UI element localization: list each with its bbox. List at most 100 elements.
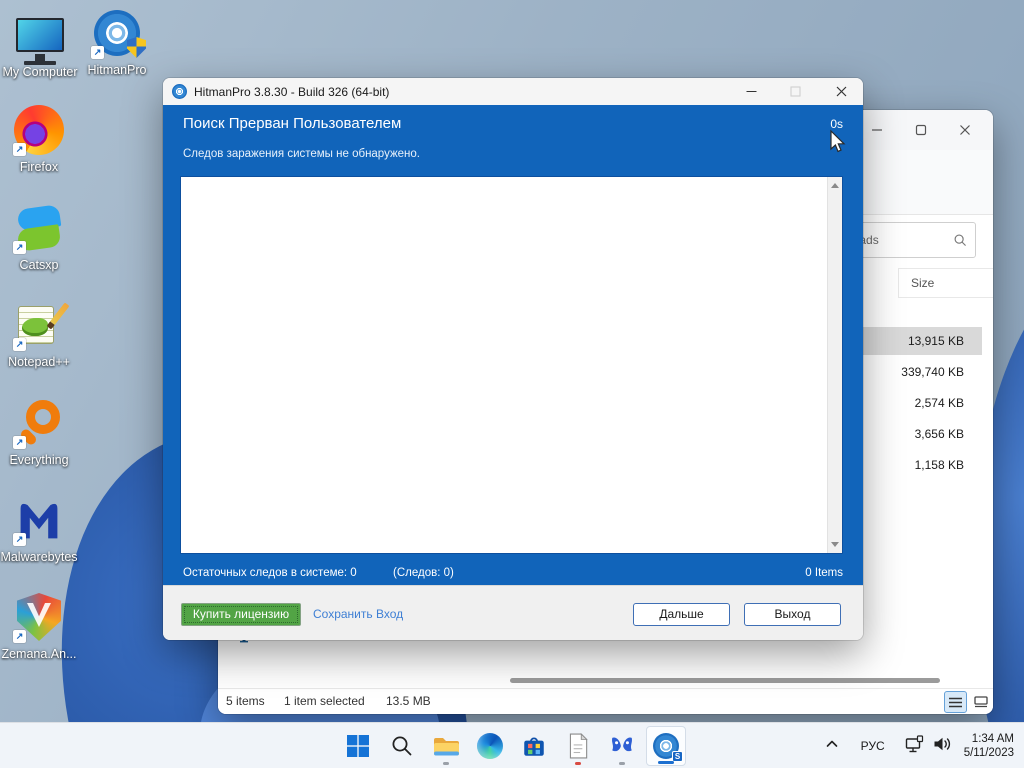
scan-status-title: Поиск Прерван Пользователем	[183, 115, 402, 132]
taskbar-pinned-app[interactable]	[602, 726, 642, 766]
speaker-icon	[934, 737, 950, 750]
hitmanpro-icon: ↗	[90, 6, 146, 60]
running-indicator	[619, 762, 625, 765]
traces-detail: (Следов: 0)	[393, 567, 454, 579]
sophos-badge: S	[672, 751, 683, 762]
desktop-icon-notepadpp[interactable]: ↗ Notepad++	[0, 298, 78, 369]
desktop-icon-everything[interactable]: ↗ Everything	[0, 396, 78, 467]
tray-network[interactable]	[905, 734, 924, 758]
notepadpp-icon: ↗	[12, 298, 70, 352]
shortcut-arrow-icon: ↗	[13, 533, 26, 546]
exit-button[interactable]: Выход	[744, 603, 841, 626]
scan-status-subtitle: Следов заражения системы не обнаружено.	[183, 148, 420, 160]
explorer-statusbar: 5 items 1 item selected 13.5 MB	[218, 688, 993, 714]
scroll-up-icon[interactable]	[831, 183, 839, 188]
desktop-icon-my-computer[interactable]: My Computer	[1, 8, 79, 79]
running-indicator	[575, 762, 581, 765]
desktop-icon-label: Malwarebytes	[0, 550, 78, 564]
thumbnail-view-button[interactable]	[969, 691, 992, 713]
tray-clock[interactable]: 1:34 AM 5/11/2023	[964, 732, 1014, 760]
taskbar-edge[interactable]	[470, 726, 510, 766]
window-title: HitmanPro 3.8.30 - Build 326 (64-bit)	[194, 84, 390, 99]
running-indicator	[658, 761, 674, 764]
edge-icon	[477, 733, 503, 759]
hitmanpro-titlebar[interactable]: HitmanPro 3.8.30 - Build 326 (64-bit)	[163, 78, 863, 105]
scan-summary-row: Остаточных следов в системе: 0 (Следов: …	[163, 563, 863, 585]
hitmanpro-maximize-button[interactable]	[779, 78, 811, 105]
shortcut-arrow-icon: ↗	[13, 630, 26, 643]
items-count: 5 items	[226, 694, 265, 708]
hitmanpro-minimize-button[interactable]	[735, 78, 767, 105]
explorer-close-button[interactable]	[943, 110, 987, 150]
network-status-icon	[905, 734, 923, 752]
running-indicator	[443, 762, 449, 765]
search-icon	[954, 234, 966, 246]
next-button[interactable]: Дальше	[633, 603, 730, 626]
mouse-cursor	[830, 129, 846, 153]
desktop-icon-label: Everything	[9, 453, 69, 467]
selection-count: 1 item selected	[284, 694, 365, 708]
taskbar-file-explorer[interactable]	[426, 726, 466, 766]
results-items-count: 0 Items	[805, 567, 843, 579]
zemana-icon: ↗	[12, 590, 66, 644]
start-button[interactable]	[338, 726, 378, 766]
butterfly-app-icon	[612, 737, 632, 752]
hitmanpro-titlebar-icon	[172, 84, 187, 99]
hitmanpro-scan-panel: Поиск Прерван Пользователем 0s Следов за…	[163, 105, 863, 585]
my-computer-icon	[13, 8, 67, 65]
buy-license-button[interactable]: Купить лицензию	[181, 603, 301, 626]
taskbar-hitmanpro-active[interactable]: S	[646, 726, 686, 766]
horizontal-scrollbar-thumb[interactable]	[510, 678, 940, 683]
language-indicator[interactable]: РУС	[861, 739, 885, 753]
details-view-button[interactable]	[944, 691, 967, 713]
hitmanpro-window: HitmanPro 3.8.30 - Build 326 (64-bit) По…	[163, 78, 863, 640]
column-header-size[interactable]: Size	[898, 268, 993, 298]
desktop-icon-zemana[interactable]: ↗ Zemana.An...	[0, 590, 78, 661]
scan-results-list[interactable]	[180, 176, 843, 554]
clock-date: 5/11/2023	[963, 747, 1014, 759]
taskbar-notepad[interactable]	[558, 726, 598, 766]
desktop-icon-label: My Computer	[2, 65, 78, 79]
taskbar: S РУС 1:34 AM 5/11/2023	[0, 722, 1024, 768]
taskbar-search-button[interactable]	[382, 726, 422, 766]
traces-remaining: Остаточных следов в системе: 0	[183, 567, 357, 579]
list-view-icon	[949, 697, 962, 707]
desktop-icon-label: Zemana.An...	[1, 647, 77, 661]
desktop-icon-label: Catsxp	[19, 258, 59, 272]
windows-logo-icon	[347, 735, 369, 757]
catsxp-icon: ↗	[12, 201, 66, 255]
search-icon	[392, 736, 412, 756]
folder-icon	[434, 738, 459, 756]
desktop-icon-malwarebytes[interactable]: ↗ Malwarebytes	[0, 493, 78, 564]
shortcut-arrow-icon: ↗	[13, 436, 26, 449]
clock-time: 1:34 AM	[971, 733, 1014, 745]
chevron-up-icon	[826, 740, 837, 747]
tray-chevron-up[interactable]	[825, 737, 839, 755]
tray-volume[interactable]	[932, 735, 952, 758]
hitmanpro-footer: Купить лицензию Сохранить Вход Дальше Вы…	[163, 585, 863, 640]
document-icon	[569, 733, 588, 759]
shortcut-arrow-icon: ↗	[13, 143, 26, 156]
malwarebytes-icon: ↗	[12, 493, 66, 547]
shortcut-arrow-icon: ↗	[13, 338, 26, 351]
shortcut-arrow-icon: ↗	[91, 46, 104, 59]
scroll-down-icon[interactable]	[831, 542, 839, 547]
explorer-maximize-button[interactable]	[899, 110, 943, 150]
shortcut-arrow-icon: ↗	[13, 241, 26, 254]
save-log-link[interactable]: Сохранить Вход	[313, 607, 403, 621]
desktop-icon-label: Notepad++	[8, 355, 70, 369]
desktop-icon-label: HitmanPro	[87, 63, 147, 77]
desktop-icon-firefox[interactable]: ↗ Firefox	[0, 103, 78, 174]
everything-icon: ↗	[12, 396, 66, 450]
results-scrollbar[interactable]	[827, 177, 842, 553]
selection-size: 13.5 MB	[386, 694, 431, 708]
desktop-icon-catsxp[interactable]: ↗ Catsxp	[0, 201, 78, 272]
shield-icon	[127, 37, 146, 58]
desktop-icon-label: Firefox	[19, 160, 59, 174]
firefox-icon: ↗	[12, 103, 66, 157]
taskbar-store[interactable]	[514, 726, 554, 766]
desktop-icon-hitmanpro[interactable]: ↗ HitmanPro	[78, 6, 156, 77]
thumbnail-view-icon	[973, 696, 988, 708]
hitmanpro-close-button[interactable]	[825, 78, 857, 105]
store-icon	[524, 737, 544, 756]
